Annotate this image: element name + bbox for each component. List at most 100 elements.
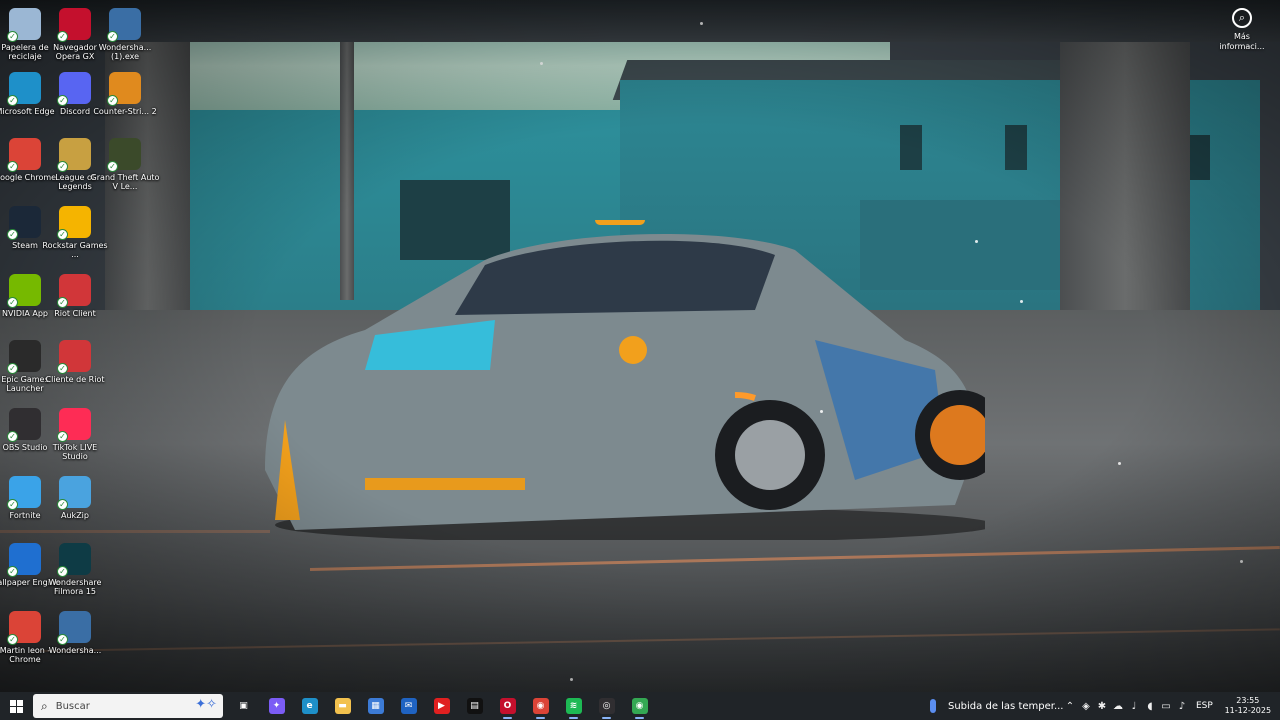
bluetooth-icon[interactable]: ✱ <box>1094 692 1110 720</box>
volume-icon[interactable]: ♪ <box>1174 692 1190 720</box>
search-placeholder: Buscar <box>55 700 90 712</box>
copilot-icon: ✦ <box>268 698 285 714</box>
taskbar-app-file-explorer[interactable]: ▬ <box>326 692 359 720</box>
nvidia-icon: ✓ <box>7 274 41 308</box>
sync-check-icon: ✓ <box>7 161 18 172</box>
desktop-icon[interactable]: ✓ Papelera de reciclaje <box>0 8 51 76</box>
sparkle-icon: ✦✧ <box>195 697 217 712</box>
desktop-icon-label: Riot Client <box>54 309 96 318</box>
desktop-wallpaper <box>0 0 1280 692</box>
desktop-icon[interactable]: ✓ Counter-Stri... 2 <box>93 72 157 140</box>
desktop-icon-label: TikTok LIVE Studio <box>52 443 98 461</box>
sync-check-icon: ✓ <box>57 566 68 577</box>
desktop-icon[interactable]: ✓ Fortnite <box>0 476 51 544</box>
taskbar-app-spotify[interactable]: ≋ <box>557 692 590 720</box>
taskbar-app-copilot[interactable]: ✦ <box>260 692 293 720</box>
taskbar-app-chrome-profile[interactable]: ◉ <box>623 692 656 720</box>
desktop-icon[interactable]: ✓ TikTok LIVE Studio <box>49 408 101 476</box>
wallpaper-engine-icon: ✓ <box>7 543 41 577</box>
chrome-profile-icon: ◉ <box>631 698 648 714</box>
info-circle-icon: ⌕ <box>1232 8 1252 28</box>
chrome-icon: ◉ <box>532 698 549 714</box>
mail-icon: ✉ <box>400 698 417 714</box>
desktop-icon-grid: ✓ Papelera de reciclaje ✓ Navegador Opera G… <box>0 0 160 690</box>
desktop-icon[interactable]: ✓ Google Chrome <box>0 138 56 206</box>
search-icon: ⌕ <box>41 698 48 713</box>
desktop-icon[interactable]: ✓ NVIDIA App <box>0 274 51 342</box>
sync-check-icon: ✓ <box>107 31 118 42</box>
sync-check-icon: ✓ <box>7 566 18 577</box>
sync-check-icon: ✓ <box>107 95 118 106</box>
desktop-icon[interactable]: ✓ Navegador Opera GX <box>49 8 101 76</box>
desktop-icon[interactable]: ✓ Microsoft Edge <box>0 72 55 140</box>
display-icon[interactable]: ▭ <box>1158 692 1174 720</box>
riot-client-icon: ✓ <box>57 274 91 308</box>
desktop-icon[interactable]: ✓ Cliente de Riot <box>46 340 104 408</box>
opera-gx-icon: ✓ <box>57 8 91 42</box>
chevron-up-icon[interactable]: ⌃ <box>1062 692 1078 720</box>
store-icon: ▦ <box>367 698 384 714</box>
weather-text: Subida de las temper... <box>948 700 1064 712</box>
sync-check-icon: ✓ <box>107 161 118 172</box>
taskbar-app-task-view[interactable]: ▣ <box>227 692 260 720</box>
taskbar-app-opera-gx[interactable]: O <box>491 692 524 720</box>
taskbar-app-obs[interactable]: ◎ <box>590 692 623 720</box>
taskbar-app-edge[interactable]: e <box>293 692 326 720</box>
taskbar-app-outlook[interactable]: ✉ <box>392 692 425 720</box>
desktop-icon[interactable]: ✓ Epic Games Launcher <box>0 340 51 408</box>
desktop-icon[interactable]: ✓ AukZip <box>49 476 101 544</box>
start-button[interactable] <box>0 692 32 720</box>
cloud-icon[interactable]: ☁ <box>1110 692 1126 720</box>
taskbar-app-capcut[interactable]: ▤ <box>458 692 491 720</box>
sync-check-icon: ✓ <box>57 297 68 308</box>
sync-check-icon: ✓ <box>57 161 68 172</box>
network-app-icon[interactable]: ◈ <box>1078 692 1094 720</box>
sync-check-icon: ✓ <box>57 634 68 645</box>
microphone-icon[interactable]: ♩ <box>1126 692 1142 720</box>
desktop-icon[interactable]: ✓ Wondershare Filmora 15 <box>49 543 101 611</box>
system-tray: ⌃ ◈ ✱ ☁ ♩ ◖ ▭ ♪ ESP 23:55 11-12-2025 ▤ <box>1062 692 1280 720</box>
desktop-icon[interactable]: ✓ Martin leon - Chrome <box>0 611 51 679</box>
desktop-icon[interactable]: ✓ Rockstar Games ... <box>42 206 108 274</box>
sync-check-icon: ✓ <box>57 229 68 240</box>
thermometer-icon <box>930 699 936 713</box>
speaker-icon[interactable]: ◖ <box>1142 692 1158 720</box>
desktop-icon-label: Wondersha... <box>48 646 102 655</box>
desktop-icon-label: Wondershare Filmora 15 <box>48 578 102 596</box>
capcut-icon: ▤ <box>466 698 483 714</box>
taskbar-apps: ▣ ✦ e ▬ ▦ ✉ ▶ ▤ O ◉ ≋ ◎ ◉ <box>227 692 656 720</box>
rockstar-icon: ✓ <box>57 206 91 240</box>
sync-check-icon: ✓ <box>7 363 18 374</box>
desktop-icon-label: AukZip <box>61 511 89 520</box>
sync-check-icon: ✓ <box>57 431 68 442</box>
language-indicator[interactable]: ESP <box>1196 701 1213 711</box>
sync-check-icon: ✓ <box>57 95 68 106</box>
weather-widget[interactable]: Subida de las temper... <box>930 692 1063 720</box>
opera-gx-icon: O <box>499 698 516 714</box>
search-box[interactable]: ⌕ Buscar ✦✧ <box>33 694 223 718</box>
wondershare-icon: ✓ <box>57 611 91 645</box>
desktop-icon[interactable]: ✓ Riot Client <box>49 274 101 342</box>
desktop-icon[interactable]: ✓ OBS Studio <box>0 408 51 476</box>
desktop-icon[interactable]: ✓ Discord <box>49 72 101 140</box>
more-info-button[interactable]: ⌕ Más informaci... <box>1214 8 1270 52</box>
taskbar-app-youtube[interactable]: ▶ <box>425 692 458 720</box>
desktop-icon[interactable]: ✓ Steam <box>0 206 51 274</box>
clock-time: 23:55 <box>1236 696 1260 705</box>
desktop-icon[interactable]: ✓ Grand Theft Auto V Le... <box>91 138 159 206</box>
desktop-icon-label: Grand Theft Auto V Le... <box>90 173 160 191</box>
desktop-icon-label: Rockstar Games ... <box>42 241 108 259</box>
taskbar-app-microsoft-store[interactable]: ▦ <box>359 692 392 720</box>
spotify-icon: ≋ <box>565 698 582 714</box>
sync-check-icon: ✓ <box>57 31 68 42</box>
edge-icon: ✓ <box>7 72 41 106</box>
taskbar-app-chrome[interactable]: ◉ <box>524 692 557 720</box>
desktop-icon[interactable]: ✓Wallpaper Engine <box>0 543 60 611</box>
tiktok-icon: ✓ <box>57 408 91 442</box>
sync-check-icon: ✓ <box>7 95 18 106</box>
sync-check-icon: ✓ <box>7 229 18 240</box>
desktop-icon[interactable]: ✓ Wondersha... <box>49 611 101 679</box>
clock[interactable]: 23:55 11-12-2025 <box>1223 696 1273 716</box>
desktop-icon[interactable]: ✓ Wondersha... (1).exe <box>99 8 151 76</box>
desktop-icon[interactable]: ✓ League of Legends <box>49 138 101 206</box>
